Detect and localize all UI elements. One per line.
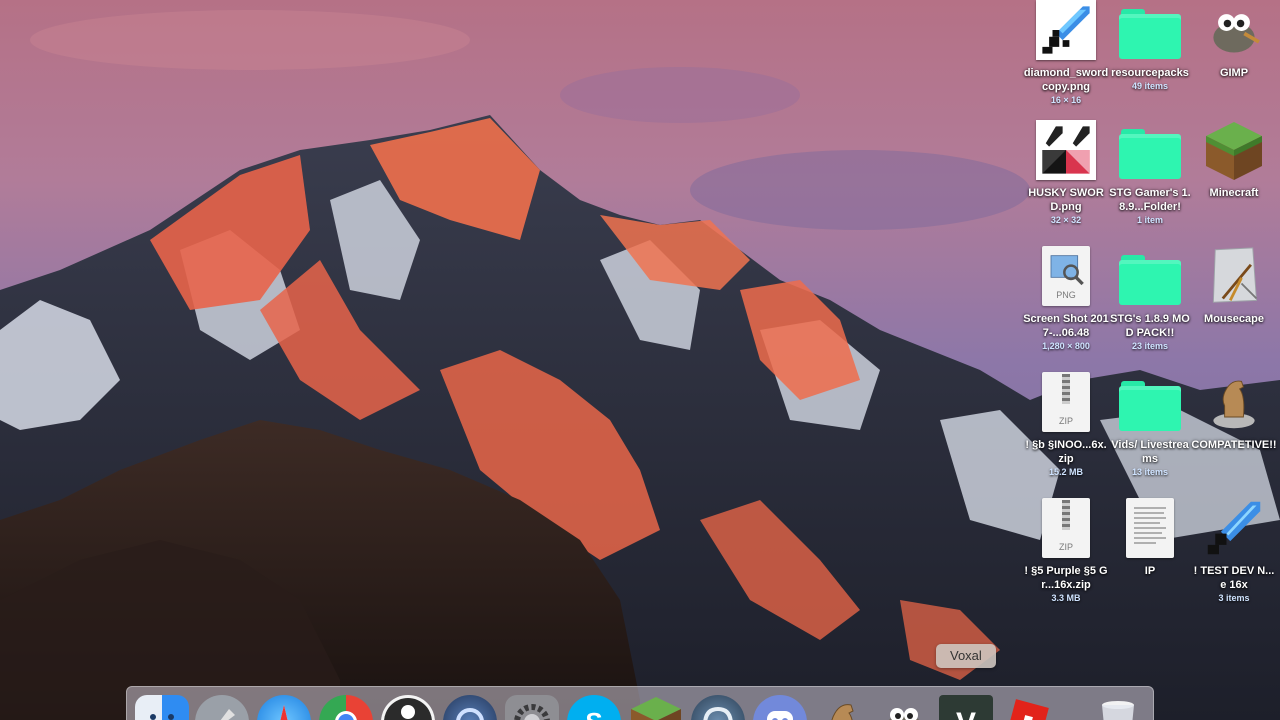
icon-meta: 49 items [1131, 81, 1169, 91]
dock-item-chess[interactable] [815, 695, 869, 720]
mousecape-icon [1212, 247, 1258, 303]
compass-icon [280, 705, 288, 720]
svg-text:V: V [956, 707, 976, 720]
folder-icon [1119, 129, 1181, 179]
text-lines-icon [1134, 507, 1166, 544]
discord-icon [767, 711, 793, 720]
desktop-icon-screen-shot[interactable]: PNG Screen Shot 2017-...06.48 1,280 × 80… [1023, 244, 1109, 353]
icon-label: COMPATETIVE!! [1191, 439, 1277, 451]
dock-item-minecraft[interactable] [629, 695, 683, 720]
dock-tooltip: Voxal [936, 644, 996, 668]
dock-item-discord[interactable] [753, 695, 807, 720]
dock-item-voxal[interactable]: V [939, 695, 993, 720]
dock-item-gimp[interactable] [877, 695, 931, 720]
dock-item-trash[interactable] [1091, 695, 1145, 720]
desktop-icon-vids-livestreams[interactable]: Vids/ Livestreams 13 items [1107, 370, 1193, 479]
dock-item-finder[interactable] [135, 695, 189, 720]
icon-label: HUSKY SWORD.png [1028, 187, 1104, 213]
icon-meta: 23 items [1131, 341, 1169, 351]
gear-icon [514, 704, 550, 720]
gimp-icon [1213, 14, 1260, 53]
icon-meta: 16 × 16 [1050, 95, 1082, 105]
desktop-icon-resourcepacks[interactable]: resourcepacks 49 items [1107, 0, 1193, 93]
trash-icon [1102, 701, 1134, 720]
desktop-icon-diamond-sword-copy[interactable]: diamond_sword copy.png 16 × 16 [1023, 0, 1109, 107]
image-thumbnail [1036, 0, 1096, 60]
headset-icon [703, 706, 733, 720]
finder-icon [150, 714, 174, 720]
desktop-icon-test-dev[interactable]: ! TEST DEV N...e 16x 3 items [1191, 496, 1277, 605]
icon-label: Screen Shot 2017-...06.48 [1023, 313, 1109, 339]
icon-meta: 3 items [1218, 593, 1250, 603]
icon-label: Mousecape [1204, 313, 1264, 325]
obs-icon [384, 698, 432, 720]
wallpaper-image [0, 0, 1280, 720]
png-file-icon: PNG [1042, 246, 1090, 306]
icon-label: diamond_sword copy.png [1023, 67, 1109, 93]
folder-icon [1119, 255, 1181, 305]
dock-item-teamspeak[interactable] [691, 695, 745, 720]
desktop-icon-competitive[interactable]: COMPATETIVE!! [1191, 370, 1277, 452]
icon-label: GIMP [1219, 67, 1249, 79]
preview-icon [1050, 255, 1084, 286]
icon-label: IP [1144, 565, 1156, 577]
skype-icon: S [585, 707, 602, 720]
folder-icon [1119, 9, 1181, 59]
sword-icon [1207, 501, 1261, 555]
dock-item-quicktime[interactable] [443, 695, 497, 720]
dock-item-skype[interactable]: S [567, 695, 621, 720]
dock-item-chrome[interactable] [319, 695, 373, 720]
chess-knight-icon [1213, 380, 1255, 429]
icon-label: resourcepacks [1111, 67, 1189, 79]
minecraft-icon [631, 697, 681, 720]
icon-meta: 32 × 32 [1050, 215, 1082, 225]
desktop-icon-mousecape[interactable]: Mousecape [1191, 244, 1277, 326]
dock-item-obs[interactable] [381, 695, 435, 720]
desktop-icon-stg-gamers-folder[interactable]: STG Gamer's 1.8.9...Folder! 1 item [1107, 118, 1193, 227]
chess-knight-icon [831, 704, 854, 720]
gimp-icon [888, 708, 920, 720]
zip-file-icon: ZIP [1042, 372, 1090, 432]
desktop-icon-husky-sword[interactable]: HUSKY SWORD.png 32 × 32 [1023, 118, 1109, 227]
roblox-icon [1007, 699, 1049, 720]
minecraft-grass-block-icon [1206, 122, 1262, 180]
icon-label: STG's 1.8.9 MOD PACK!! [1110, 313, 1190, 339]
icon-meta: 3.3 MB [1051, 593, 1081, 603]
desktop-icon-zip-purple[interactable]: ZIP ! §5 Purple §5 Gr...16x.zip 3.3 MB [1023, 496, 1109, 605]
icon-meta: 1 item [1136, 215, 1163, 225]
dock: S [126, 686, 1154, 720]
voxal-icon: V [956, 707, 976, 720]
icon-label: Vids/ Livestreams [1111, 439, 1189, 465]
chrome-icon [335, 711, 357, 720]
desktop-icon-minecraft[interactable]: Minecraft [1191, 118, 1277, 200]
desktop-icon-zip-inoo[interactable]: ZIP ! §b §INOO...6x.zip 15.2 MB [1023, 370, 1109, 479]
icon-label: STG Gamer's 1.8.9...Folder! [1109, 187, 1191, 213]
image-thumbnail [1036, 120, 1096, 180]
diamond-sword-icon [1039, 3, 1093, 57]
quicktime-icon [456, 708, 484, 720]
zip-file-icon: ZIP [1042, 498, 1090, 558]
desktop-icon-stg-mod-pack[interactable]: STG's 1.8.9 MOD PACK!! 23 items [1107, 244, 1193, 353]
dock-item-safari[interactable] [257, 695, 311, 720]
text-document-icon [1126, 498, 1174, 558]
rocket-icon [220, 709, 235, 720]
icon-meta: 15.2 MB [1048, 467, 1083, 477]
dock-item-system-preferences[interactable] [505, 695, 559, 720]
husky-sword-icon [1039, 123, 1093, 177]
desktop-icon-gimp[interactable]: GIMP [1191, 0, 1277, 80]
folder-icon [1119, 381, 1181, 431]
desktop[interactable]: diamond_sword copy.png 16 × 16 resourcep… [0, 0, 1280, 720]
icon-label: ! §5 Purple §5 Gr...16x.zip [1024, 565, 1108, 591]
icon-label: ! §b §INOO...6x.zip [1025, 439, 1107, 465]
icon-label: Minecraft [1209, 187, 1259, 199]
svg-text:S: S [585, 707, 602, 720]
dock-item-launchpad[interactable] [195, 695, 249, 720]
desktop-icon-ip[interactable]: IP [1107, 496, 1193, 578]
icon-meta: 13 items [1131, 467, 1169, 477]
dock-item-roblox[interactable] [1001, 695, 1055, 720]
icon-meta: 1,280 × 800 [1042, 341, 1090, 351]
icon-label: ! TEST DEV N...e 16x [1193, 565, 1275, 591]
